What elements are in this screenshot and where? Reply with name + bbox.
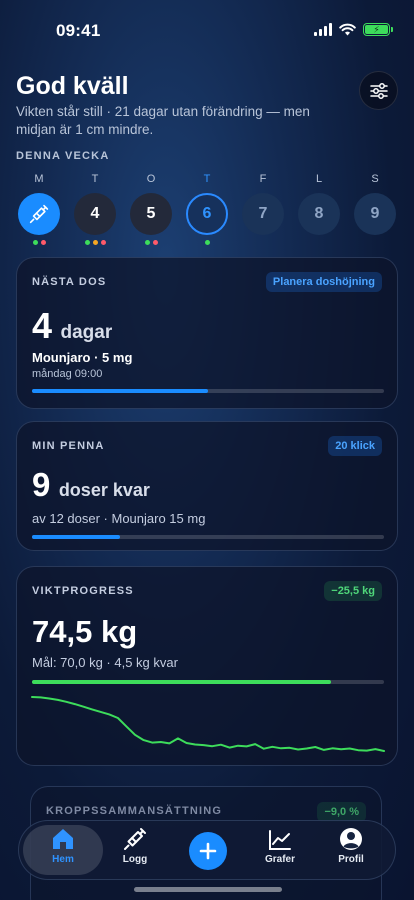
next-dose-countdown: 4 dagar [32, 305, 112, 347]
cellular-signal-icon [314, 23, 332, 36]
dose-day-circle[interactable] [18, 193, 60, 235]
day-letter: M [34, 173, 44, 185]
day-indicator-dots [74, 240, 116, 245]
status-subtitle: Vikten står still · 21 dagar utan föränd… [16, 104, 310, 137]
weight-progress-card[interactable]: VIKTPROGRESS −25,5 kg 74,5 kg Mål: 70,0 … [16, 566, 398, 766]
day-letter: T [203, 173, 211, 185]
syringe-icon [29, 204, 49, 224]
week-day-selector: M T 4 O 5 T 6 F 7 L 8 S 9 [18, 173, 398, 245]
status-bar: 09:41 ⚡ [0, 0, 414, 54]
day-number[interactable]: 8 [298, 193, 340, 235]
day-indicator-dots [18, 240, 60, 245]
medication-label: Mounjaro · 5 mg [32, 350, 133, 365]
day-tuesday[interactable]: T 4 [74, 173, 116, 245]
pen-detail: av 12 doser · Mounjaro 15 mg [32, 511, 206, 526]
doses-remaining: 9 doser kvar [32, 466, 150, 504]
day-indicator-dots [242, 240, 284, 245]
weight-trend-chart [31, 696, 385, 752]
current-weight: 74,5 kg [32, 614, 138, 649]
card-title: VIKTPROGRESS [32, 585, 134, 597]
pen-progress [32, 535, 384, 539]
day-letter: O [146, 173, 156, 185]
doses-value: 9 [32, 466, 51, 503]
day-monday[interactable]: M [18, 173, 60, 245]
day-thursday-today[interactable]: T 6 [186, 173, 228, 245]
day-indicator-dots [130, 240, 172, 245]
weight-change-badge: −25,5 kg [324, 581, 382, 601]
progress-fill [32, 680, 332, 684]
day-sunday[interactable]: S 9 [354, 173, 396, 245]
status-icons: ⚡ [314, 23, 393, 36]
day-number[interactable]: 6 [186, 193, 228, 235]
add-entry-button[interactable] [189, 832, 227, 870]
weight-goal-progress [32, 680, 384, 684]
next-dose-progress [32, 389, 384, 393]
tab-label: Profil [338, 854, 364, 865]
dose-schedule: måndag 09:00 [32, 368, 103, 380]
wifi-icon [339, 23, 356, 36]
days-value: 4 [32, 305, 53, 346]
progress-fill [32, 389, 208, 393]
indicator-dot [152, 240, 158, 245]
tab-home[interactable]: Hem [27, 821, 99, 881]
next-dose-card[interactable]: NÄSTA DOS Planera doshöjning 4 dagar Mou… [16, 257, 398, 409]
indicator-dot [84, 240, 90, 245]
day-indicator-dots [354, 240, 396, 245]
indicator-dot [204, 240, 210, 245]
tab-profile[interactable]: Profil [315, 821, 387, 881]
card-title: MIN PENNA [32, 440, 105, 452]
days-unit: dagar [60, 322, 113, 343]
sliders-icon [369, 82, 388, 99]
tab-log[interactable]: Logg [99, 821, 171, 881]
day-number[interactable]: 9 [354, 193, 396, 235]
filter-settings-button[interactable] [359, 71, 398, 110]
day-number[interactable]: 7 [242, 193, 284, 235]
day-friday[interactable]: F 7 [242, 173, 284, 245]
day-number[interactable]: 5 [130, 193, 172, 235]
bottom-tab-bar: Hem Logg Grafer Profil [18, 820, 396, 880]
day-indicator-dots [298, 240, 340, 245]
progress-fill [32, 535, 120, 539]
indicator-dot [32, 240, 38, 245]
day-letter: S [371, 173, 379, 185]
tab-label: Grafer [264, 854, 295, 865]
indicator-dot [100, 240, 106, 245]
day-letter: L [315, 173, 323, 185]
week-section-label: DENNA VECKA [16, 150, 110, 162]
tab-label: Logg [122, 854, 148, 865]
day-letter: T [91, 173, 99, 185]
card-title: KROPPSSAMMANSÄTTNING [46, 805, 223, 817]
doses-unit: doser kvar [58, 480, 150, 500]
clicks-badge: 20 klick [328, 436, 382, 456]
day-saturday[interactable]: L 8 [298, 173, 340, 245]
my-pen-card[interactable]: MIN PENNA 20 klick 9 doser kvar av 12 do… [16, 421, 398, 551]
plan-dose-increase-button[interactable]: Planera doshöjning [265, 272, 382, 292]
card-title: NÄSTA DOS [32, 276, 107, 288]
day-indicator-dots [186, 240, 228, 245]
weight-goal: Mål: 70,0 kg · 4,5 kg kvar [32, 655, 178, 670]
day-number[interactable]: 4 [74, 193, 116, 235]
person-icon [340, 828, 362, 850]
syringe-icon [124, 828, 146, 850]
battery-icon: ⚡ [363, 23, 393, 36]
house-icon [53, 829, 73, 849]
indicator-dot [40, 240, 46, 245]
home-indicator [134, 887, 282, 892]
greeting-title: God kväll [16, 72, 129, 100]
tab-label: Hem [52, 854, 74, 865]
weight-trend-line [31, 696, 385, 752]
day-wednesday[interactable]: O 5 [130, 173, 172, 245]
plus-icon [199, 842, 217, 860]
indicator-dot [92, 240, 98, 245]
tab-charts[interactable]: Grafer [244, 821, 316, 881]
body-fat-change-badge: −9,0 % [317, 802, 366, 822]
indicator-dot [144, 240, 150, 245]
day-letter: F [259, 173, 267, 185]
chart-icon [269, 830, 291, 850]
status-time: 09:41 [56, 21, 101, 40]
